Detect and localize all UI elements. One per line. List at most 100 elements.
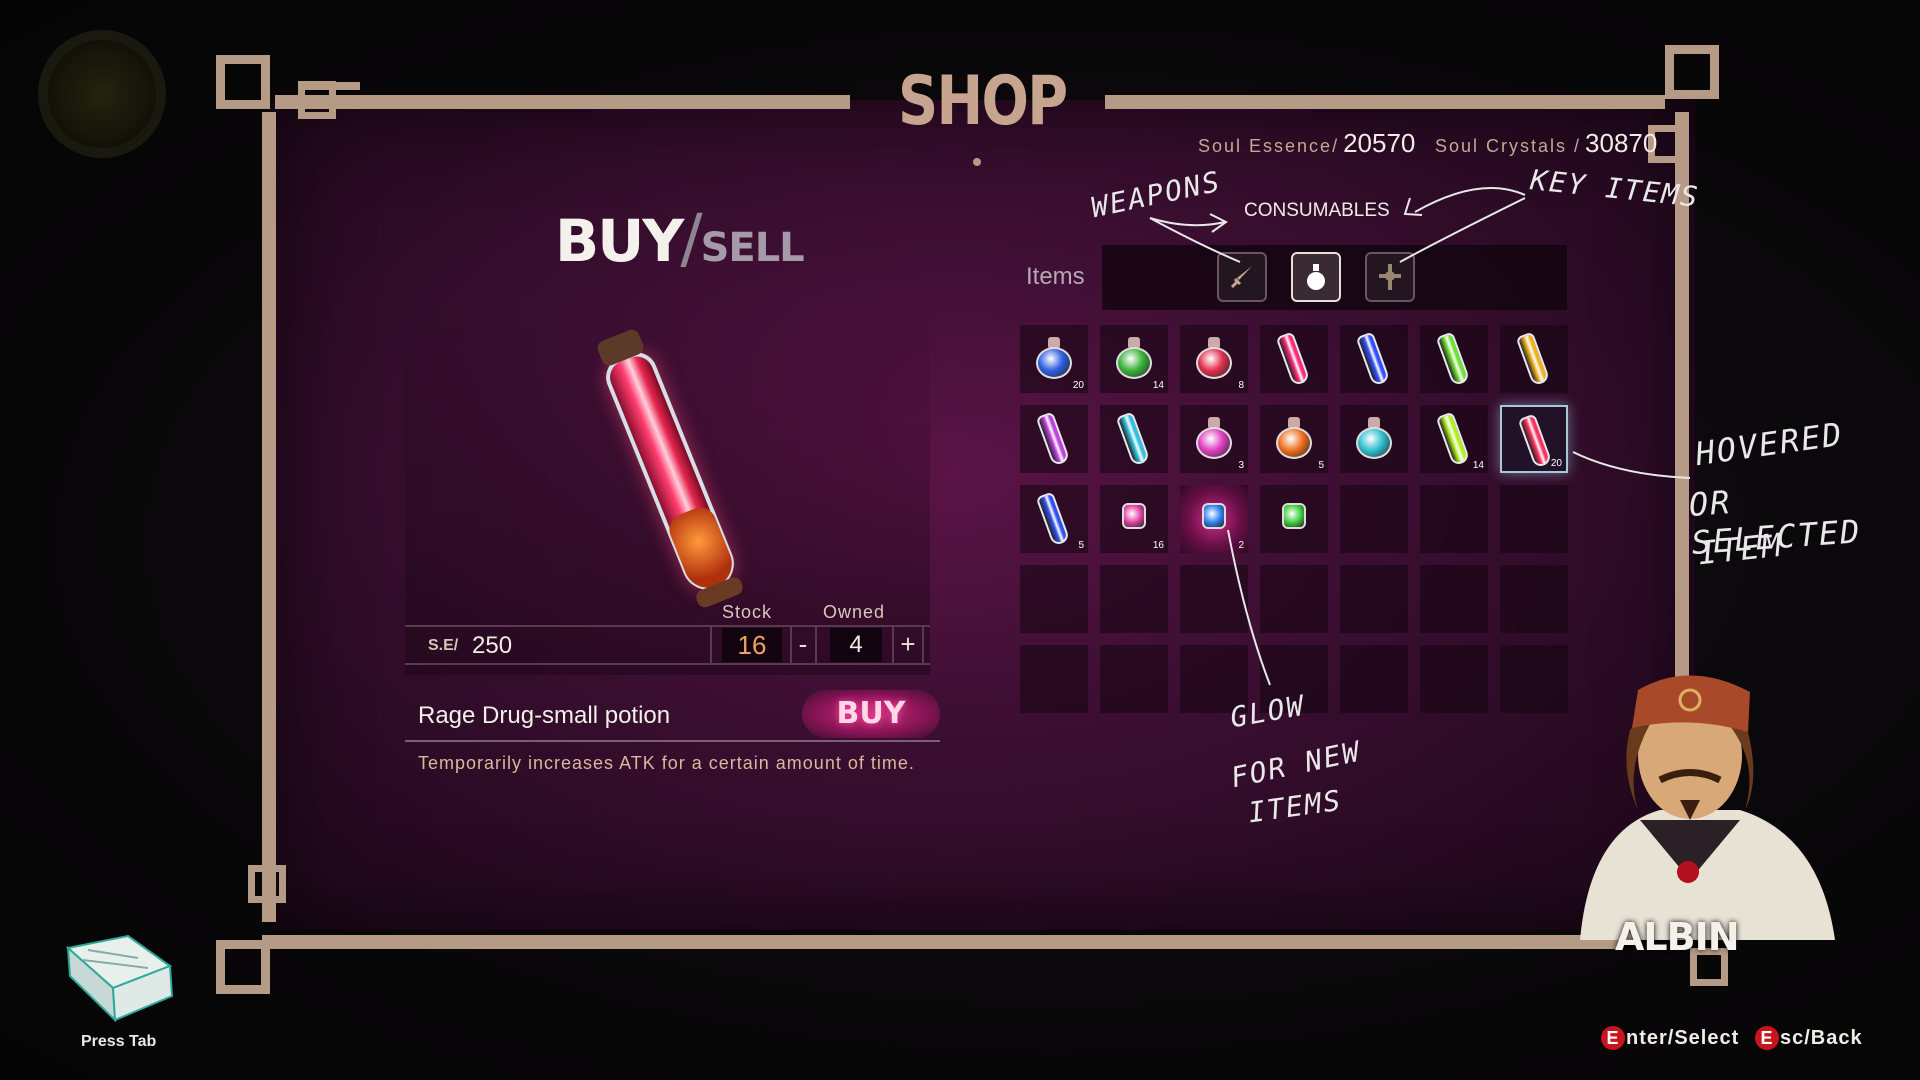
journal-book-icon[interactable] — [58, 928, 178, 1023]
category-label: CONSUMABLES — [1244, 200, 1390, 221]
inventory-slot-empty[interactable] — [1260, 565, 1328, 633]
flask-potion-icon — [1196, 417, 1232, 459]
inventory-slot[interactable]: 5 — [1260, 405, 1328, 473]
inventory-slot-empty[interactable] — [1500, 565, 1568, 633]
soul-essence-value: 20570 — [1343, 128, 1416, 158]
soul-essence-label: Soul Essence/ — [1198, 136, 1340, 156]
flask-potion-icon — [1276, 417, 1312, 459]
stock-value: 16 — [722, 628, 782, 662]
title-ornament — [973, 158, 981, 166]
decrement-button[interactable]: - — [790, 628, 816, 662]
vial-potion-icon — [1035, 491, 1071, 547]
shop-title: SHOP — [898, 62, 1068, 141]
vial-potion-icon — [1275, 331, 1311, 387]
divider — [892, 626, 894, 664]
inventory-slot[interactable]: 5 — [1020, 485, 1088, 553]
soul-crystals-label: Soul Crystals / — [1435, 136, 1582, 156]
inventory-slot[interactable] — [1020, 405, 1088, 473]
buy-tab[interactable]: BUY — [555, 207, 684, 275]
vial-potion-icon — [1435, 331, 1471, 387]
vial-potion-icon — [1035, 411, 1071, 467]
enter-key-icon: E — [1601, 1026, 1625, 1050]
items-label: Items — [1026, 263, 1085, 290]
inventory-slot[interactable]: 14 — [1100, 325, 1168, 393]
item-quantity: 5 — [1318, 460, 1324, 471]
divider — [922, 626, 924, 664]
inventory-slot-empty[interactable] — [1020, 645, 1088, 713]
divider — [405, 740, 940, 742]
item-quantity: 8 — [1238, 380, 1244, 391]
inventory-slot[interactable] — [1260, 325, 1328, 393]
inventory-slot-empty[interactable] — [1420, 645, 1488, 713]
inventory-slot-empty[interactable] — [1340, 565, 1408, 633]
inventory-slot-empty[interactable] — [1500, 485, 1568, 553]
inventory-slot[interactable]: 16 — [1100, 485, 1168, 553]
inventory-slot-empty[interactable] — [1340, 645, 1408, 713]
item-quantity: 14 — [1472, 460, 1484, 471]
tab-key-items[interactable] — [1365, 252, 1415, 302]
inventory-slot-empty[interactable] — [1100, 565, 1168, 633]
tab-weapons[interactable] — [1217, 252, 1267, 302]
inventory-slot-empty[interactable] — [1100, 645, 1168, 713]
vial-potion-icon — [1515, 331, 1551, 387]
inventory-slot[interactable]: 14 — [1420, 405, 1488, 473]
inventory-slot-empty[interactable] — [1020, 565, 1088, 633]
vial-potion-icon — [1435, 411, 1471, 467]
item-quantity: 3 — [1238, 460, 1244, 471]
esc-back-label: sc/Back — [1780, 1027, 1863, 1049]
mode-divider: / — [680, 200, 703, 277]
vial-potion-icon — [1517, 413, 1553, 469]
inventory-slot[interactable] — [1340, 405, 1408, 473]
stock-label: Stock — [722, 602, 773, 622]
quantity-value[interactable]: 4 — [830, 628, 882, 662]
flask-potion-icon — [1196, 337, 1232, 379]
inventory-slot[interactable] — [1500, 325, 1568, 393]
inventory-slot-empty[interactable] — [1180, 565, 1248, 633]
inventory-slot[interactable]: 8 — [1180, 325, 1248, 393]
item-quantity: 14 — [1152, 380, 1164, 391]
dagger-icon — [1230, 266, 1252, 289]
enter-select-hint: Enter/Select — [1601, 1026, 1739, 1050]
inventory-slot[interactable] — [1100, 405, 1168, 473]
flask-potion-icon — [1116, 337, 1152, 379]
flask-potion-icon — [1356, 417, 1392, 459]
item-quantity: 5 — [1078, 540, 1084, 551]
merchant-portrait — [1580, 675, 1835, 940]
inventory-slot[interactable] — [1340, 325, 1408, 393]
inventory-slot[interactable]: 20 — [1020, 325, 1088, 393]
increment-button[interactable]: + — [895, 628, 921, 662]
inventory-slot[interactable]: 20 — [1500, 405, 1568, 473]
soul-essence: Soul Essence/20570 — [1198, 128, 1415, 159]
inventory-slot-empty[interactable] — [1420, 485, 1488, 553]
buy-button[interactable]: BUY — [802, 690, 940, 738]
key-cross-icon — [1379, 264, 1401, 290]
press-tab-hint: Press Tab — [81, 1033, 157, 1050]
merchant-name: ALBIN — [1615, 915, 1740, 959]
flask-potion-icon — [1036, 337, 1072, 379]
small-potion-icon — [1282, 503, 1306, 529]
small-potion-icon — [1122, 503, 1146, 529]
tab-consumables[interactable] — [1291, 252, 1341, 302]
item-quantity: 2 — [1238, 540, 1244, 551]
inventory-slot[interactable]: 2 — [1180, 485, 1248, 553]
vial-potion-icon — [1115, 411, 1151, 467]
divider — [710, 626, 712, 664]
inventory-slot[interactable] — [1420, 325, 1488, 393]
vial-potion-icon — [1355, 331, 1391, 387]
inventory-slot-empty[interactable] — [1340, 485, 1408, 553]
potion-icon — [1307, 264, 1325, 290]
buy-sell-toggle[interactable]: BUY/SELL — [555, 200, 805, 277]
inventory-slot[interactable] — [1260, 485, 1328, 553]
inventory-slot-empty[interactable] — [1420, 565, 1488, 633]
item-description: Temporarily increases ATK for a certain … — [418, 753, 915, 773]
small-potion-icon — [1202, 503, 1226, 529]
item-quantity: 16 — [1152, 540, 1164, 551]
esc-key-icon: E — [1755, 1026, 1779, 1050]
owned-label: Owned — [823, 602, 886, 622]
enter-select-label: nter/Select — [1626, 1027, 1740, 1049]
soul-crystals-value: 30870 — [1585, 128, 1658, 158]
sell-tab[interactable]: SELL — [701, 225, 805, 271]
inventory-slot[interactable]: 3 — [1180, 405, 1248, 473]
esc-back-hint: Esc/Back — [1755, 1026, 1863, 1050]
item-quantity: 20 — [1550, 458, 1562, 469]
